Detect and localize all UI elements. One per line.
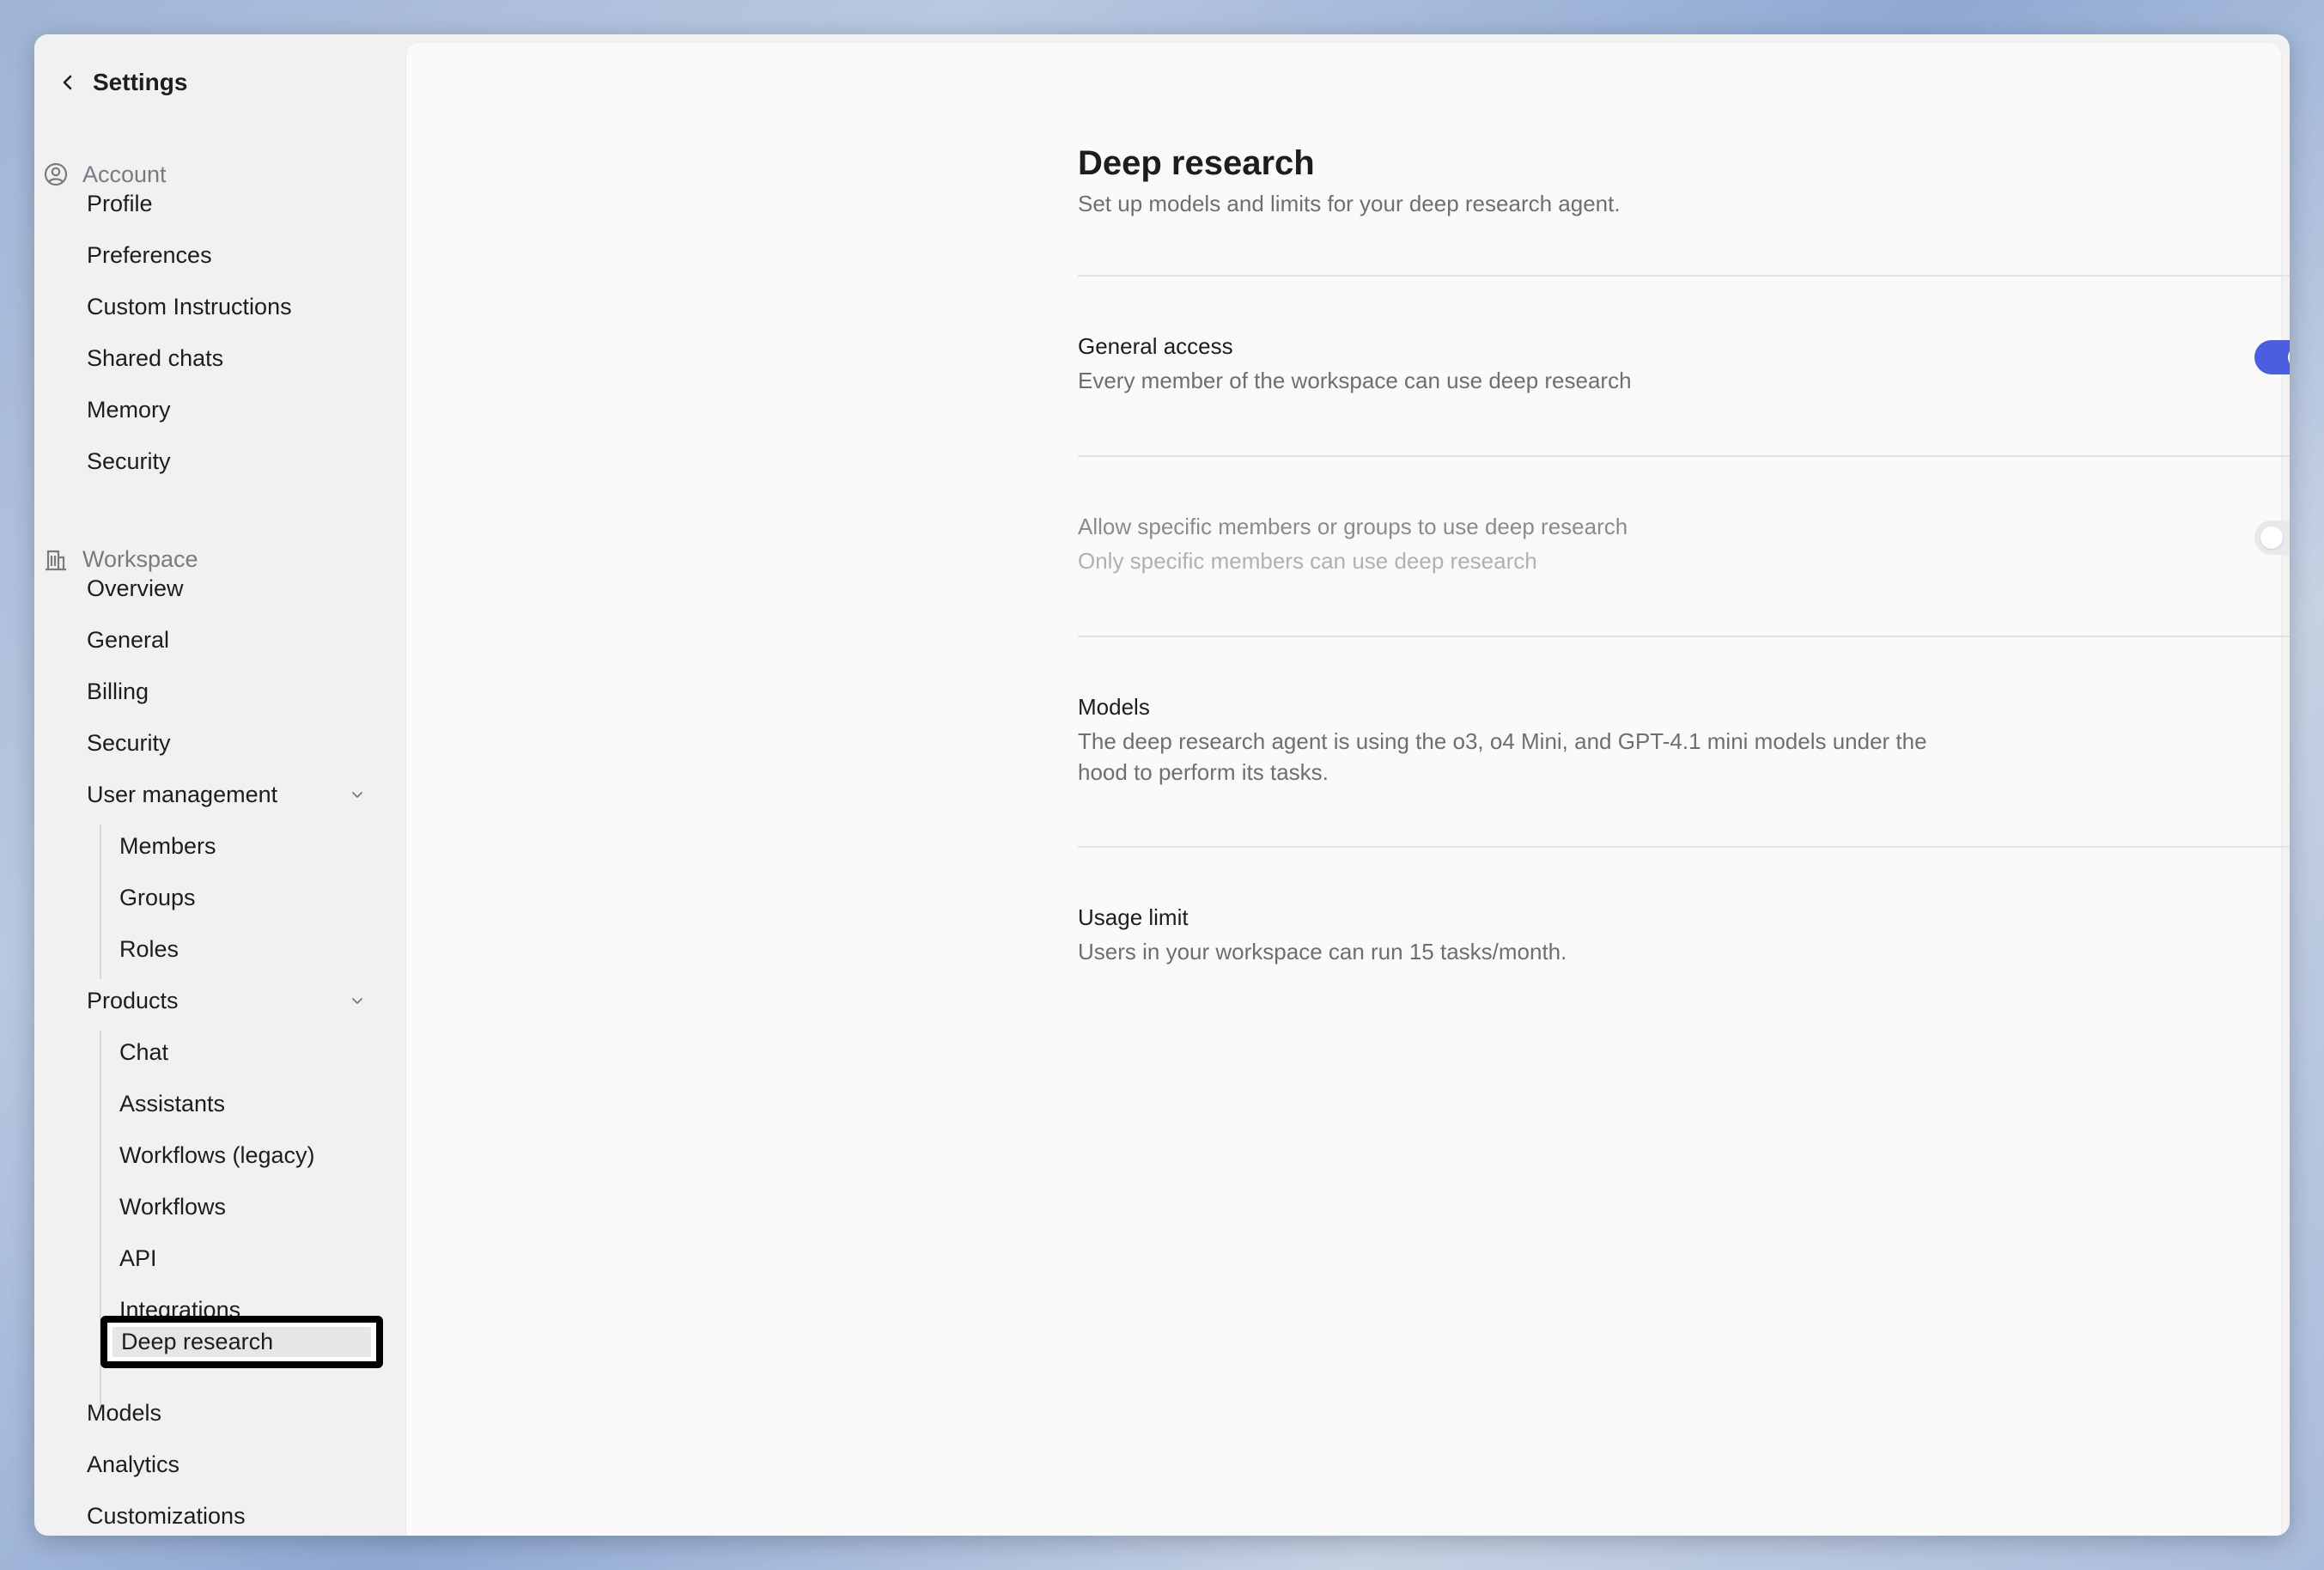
sidebar-item-roles[interactable]: Roles bbox=[119, 932, 179, 966]
sidebar-item-overview[interactable]: Overview bbox=[87, 571, 184, 605]
usage-limit-description: Users in your workspace can run 15 tasks… bbox=[1078, 939, 1567, 965]
divider bbox=[1078, 455, 2290, 457]
sidebar-item-chat[interactable]: Chat bbox=[119, 1035, 168, 1069]
divider bbox=[1078, 275, 2290, 277]
specific-members-title: Allow specific members or groups to use … bbox=[1078, 514, 1628, 539]
sidebar-item-shared-chats[interactable]: Shared chats bbox=[87, 341, 223, 375]
sidebar-item-assistants[interactable]: Assistants bbox=[119, 1086, 225, 1121]
sidebar-item-groups[interactable]: Groups bbox=[119, 880, 196, 915]
page-subtitle: Set up models and limits for your deep r… bbox=[1078, 191, 1621, 216]
models-title: Models bbox=[1078, 694, 1150, 720]
sidebar-item-preferences[interactable]: Preferences bbox=[87, 238, 212, 272]
toggle-knob bbox=[2260, 526, 2283, 549]
sidebar-item-general[interactable]: General bbox=[87, 623, 169, 657]
sidebar-item-label: Deep research bbox=[121, 1329, 274, 1354]
sidebar-item-account-security[interactable]: Security bbox=[87, 444, 171, 478]
models-description: The deep research agent is using the o3,… bbox=[1078, 728, 1927, 785]
sidebar-item-memory[interactable]: Memory bbox=[87, 392, 171, 427]
divider bbox=[1078, 846, 2290, 848]
sidebar-item-models[interactable]: Models bbox=[87, 1396, 161, 1430]
sidebar-item-members[interactable]: Members bbox=[119, 829, 216, 863]
chevron-down-icon[interactable] bbox=[346, 777, 368, 812]
sidebar-item-custom-instructions[interactable]: Custom Instructions bbox=[87, 289, 292, 324]
sidebar-item-workflows[interactable]: Workflows bbox=[119, 1190, 226, 1224]
sidebar-item-user-management[interactable]: User management bbox=[87, 777, 277, 812]
general-access-description: Every member of the workspace can use de… bbox=[1078, 368, 1632, 393]
sidebar-item-api[interactable]: API bbox=[119, 1241, 157, 1275]
specific-members-toggle[interactable] bbox=[2254, 520, 2290, 555]
chevron-left-icon bbox=[58, 73, 77, 92]
tree-line bbox=[100, 825, 101, 979]
sidebar-item-customizations[interactable]: Customizations bbox=[87, 1499, 246, 1533]
general-access-toggle[interactable] bbox=[2254, 340, 2290, 374]
user-circle-icon bbox=[43, 161, 69, 187]
sidebar-item-workspace-security[interactable]: Security bbox=[87, 726, 171, 760]
settings-window: Settings Account Profile Preferences Cus… bbox=[34, 34, 2290, 1536]
sidebar-title: Settings bbox=[93, 69, 188, 95]
page-title: Deep research bbox=[1078, 144, 1315, 182]
sidebar-item-analytics[interactable]: Analytics bbox=[87, 1447, 179, 1482]
sidebar-item-deep-research[interactable]: Deep research bbox=[100, 1316, 383, 1368]
building-icon bbox=[43, 546, 69, 572]
section-label: Workspace bbox=[82, 545, 198, 572]
general-access-title: General access bbox=[1078, 333, 1233, 359]
sidebar: Settings Account Profile Preferences Cus… bbox=[34, 34, 406, 1536]
divider bbox=[1078, 636, 2290, 637]
specific-members-description: Only specific members can use deep resea… bbox=[1078, 548, 1537, 574]
usage-limit-title: Usage limit bbox=[1078, 904, 1189, 930]
toggle-knob bbox=[2288, 346, 2290, 368]
back-to-settings-button[interactable]: Settings bbox=[58, 62, 187, 103]
sidebar-item-workflows-legacy[interactable]: Workflows (legacy) bbox=[119, 1138, 315, 1172]
chevron-down-icon[interactable] bbox=[346, 983, 368, 1018]
sidebar-item-billing[interactable]: Billing bbox=[87, 674, 149, 709]
section-label: Account bbox=[82, 161, 167, 187]
main-panel: Deep research Set up models and limits f… bbox=[406, 43, 2290, 1536]
sidebar-item-profile[interactable]: Profile bbox=[87, 186, 153, 221]
sidebar-item-products[interactable]: Products bbox=[87, 983, 179, 1018]
